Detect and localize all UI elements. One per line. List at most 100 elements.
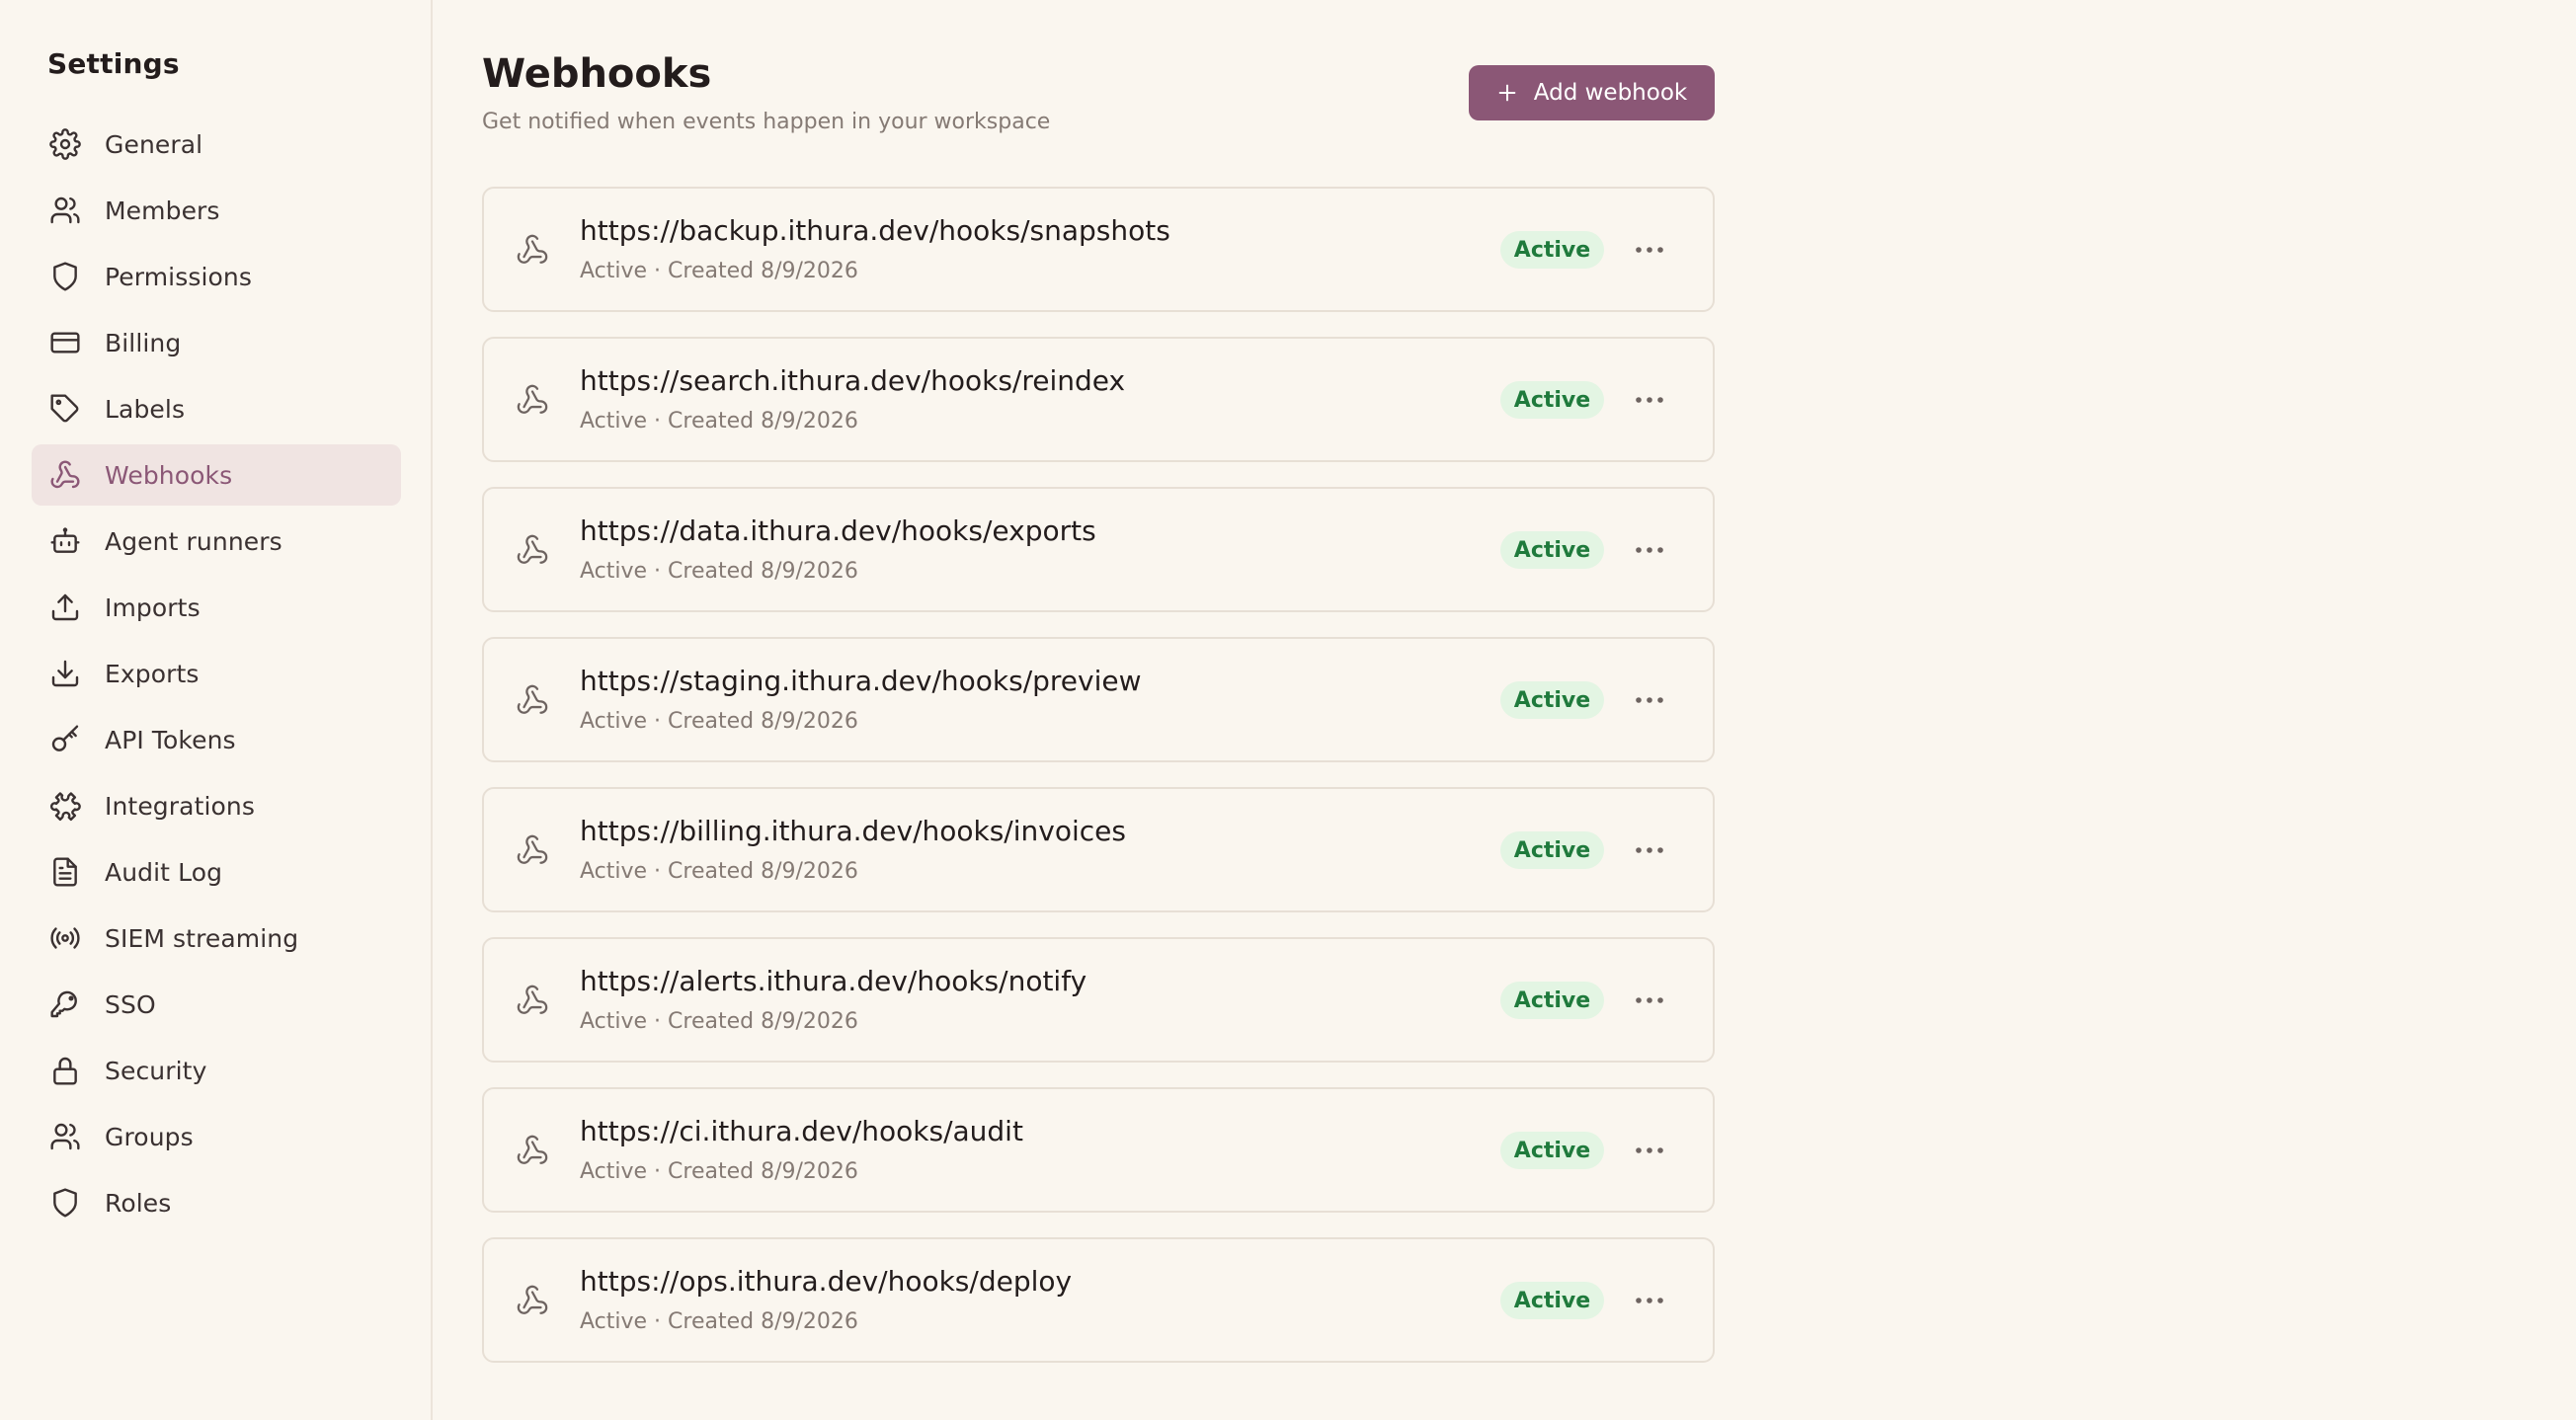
- tag-icon: [49, 393, 81, 425]
- webhook-card[interactable]: https://data.ithura.dev/hooks/exports Ac…: [482, 487, 1715, 612]
- shield-icon: [49, 261, 81, 292]
- status-badge: Active: [1500, 231, 1604, 269]
- sidebar-item-audit-log[interactable]: Audit Log: [32, 841, 401, 903]
- sidebar-item-label: Webhooks: [105, 460, 233, 490]
- webhook-url[interactable]: https://billing.ithura.dev/hooks/invoice…: [580, 815, 1126, 847]
- status-badge: Active: [1500, 831, 1604, 869]
- status-badge: Active: [1500, 681, 1604, 719]
- webhook-card[interactable]: https://ops.ithura.dev/hooks/deploy Acti…: [482, 1237, 1715, 1363]
- sidebar-item-agent-runners[interactable]: Agent runners: [32, 511, 401, 572]
- sidebar-item-billing[interactable]: Billing: [32, 312, 401, 373]
- sidebar-item-permissions[interactable]: Permissions: [32, 246, 401, 307]
- sidebar-item-security[interactable]: Security: [32, 1040, 401, 1101]
- more-horizontal-icon: [1636, 847, 1663, 853]
- sidebar-item-label: Integrations: [105, 791, 255, 821]
- webhook-url[interactable]: https://alerts.ithura.dev/hooks/notify: [580, 965, 1087, 997]
- more-options-button[interactable]: [1630, 232, 1669, 268]
- webhook-meta: Active · Created 8/9/2026: [580, 259, 858, 283]
- sidebar-item-labels[interactable]: Labels: [32, 378, 401, 439]
- webhook-meta: Active · Created 8/9/2026: [580, 409, 858, 434]
- webhook-card[interactable]: https://backup.ithura.dev/hooks/snapshot…: [482, 187, 1715, 312]
- credit-card-icon: [49, 327, 81, 358]
- page-title: Webhooks: [482, 51, 712, 97]
- webhook-card[interactable]: https://staging.ithura.dev/hooks/preview…: [482, 637, 1715, 762]
- webhook-url[interactable]: https://search.ithura.dev/hooks/reindex: [580, 364, 1125, 397]
- download-icon: [49, 658, 81, 689]
- webhook-meta: Active · Created 8/9/2026: [580, 1309, 858, 1334]
- sidebar-item-groups[interactable]: Groups: [32, 1106, 401, 1167]
- webhook-card[interactable]: https://ci.ithura.dev/hooks/audit Active…: [482, 1087, 1715, 1213]
- sidebar-item-api-tokens[interactable]: API Tokens: [32, 709, 401, 770]
- sidebar-item-label: Groups: [105, 1122, 194, 1151]
- more-options-button[interactable]: [1630, 532, 1669, 568]
- more-horizontal-icon: [1636, 247, 1663, 253]
- sidebar-item-label: Labels: [105, 394, 186, 424]
- more-horizontal-icon: [1636, 1147, 1663, 1153]
- more-horizontal-icon: [1636, 997, 1663, 1003]
- webhook-url[interactable]: https://data.ithura.dev/hooks/exports: [580, 514, 1096, 547]
- webhook-meta: Active · Created 8/9/2026: [580, 1009, 858, 1034]
- more-options-button[interactable]: [1630, 983, 1669, 1018]
- puzzle-icon: [49, 790, 81, 822]
- webhook-url[interactable]: https://staging.ithura.dev/hooks/preview: [580, 665, 1142, 697]
- key-round-icon: [49, 988, 81, 1020]
- status-badge: Active: [1500, 1132, 1604, 1169]
- sidebar-item-imports[interactable]: Imports: [32, 577, 401, 638]
- plus-icon: [1496, 82, 1518, 104]
- webhook-icon: [516, 833, 549, 867]
- sidebar-item-label: Audit Log: [105, 857, 223, 887]
- webhook-icon: [516, 233, 549, 267]
- add-webhook-button[interactable]: Add webhook: [1469, 65, 1715, 120]
- more-options-button[interactable]: [1630, 1133, 1669, 1168]
- sidebar-item-label: General: [105, 129, 203, 159]
- sidebar-item-integrations[interactable]: Integrations: [32, 775, 401, 836]
- add-webhook-label: Add webhook: [1533, 80, 1688, 106]
- webhook-icon: [516, 533, 549, 567]
- webhook-icon: [516, 984, 549, 1017]
- webhook-list: https://backup.ithura.dev/hooks/snapshot…: [482, 187, 1715, 1387]
- sidebar-item-label: Imports: [105, 592, 201, 622]
- webhook-card[interactable]: https://billing.ithura.dev/hooks/invoice…: [482, 787, 1715, 912]
- webhook-icon: [516, 383, 549, 417]
- webhook-meta: Active · Created 8/9/2026: [580, 709, 858, 734]
- status-badge: Active: [1500, 982, 1604, 1019]
- status-badge: Active: [1500, 1282, 1604, 1319]
- webhook-url[interactable]: https://backup.ithura.dev/hooks/snapshot…: [580, 214, 1170, 247]
- more-options-button[interactable]: [1630, 682, 1669, 718]
- lock-icon: [49, 1055, 81, 1086]
- webhook-meta: Active · Created 8/9/2026: [580, 859, 858, 884]
- more-horizontal-icon: [1636, 1298, 1663, 1303]
- upload-icon: [49, 592, 81, 623]
- status-badge: Active: [1500, 531, 1604, 569]
- bot-icon: [49, 525, 81, 557]
- sidebar-item-exports[interactable]: Exports: [32, 643, 401, 704]
- sidebar: Settings General Members Permissions Bil…: [0, 0, 433, 1420]
- shield-role-icon: [49, 1187, 81, 1219]
- webhook-card[interactable]: https://alerts.ithura.dev/hooks/notify A…: [482, 937, 1715, 1063]
- more-horizontal-icon: [1636, 547, 1663, 553]
- more-horizontal-icon: [1636, 397, 1663, 403]
- sidebar-item-members[interactable]: Members: [32, 180, 401, 241]
- webhook-icon: [516, 683, 549, 717]
- sidebar-item-roles[interactable]: Roles: [32, 1172, 401, 1233]
- status-badge: Active: [1500, 381, 1604, 419]
- more-options-button[interactable]: [1630, 1283, 1669, 1318]
- more-options-button[interactable]: [1630, 382, 1669, 418]
- sidebar-item-label: SIEM streaming: [105, 923, 299, 953]
- webhook-card[interactable]: https://search.ithura.dev/hooks/reindex …: [482, 337, 1715, 462]
- more-options-button[interactable]: [1630, 832, 1669, 868]
- sidebar-item-siem-streaming[interactable]: SIEM streaming: [32, 907, 401, 969]
- webhook-meta: Active · Created 8/9/2026: [580, 1159, 858, 1184]
- sidebar-item-general[interactable]: General: [32, 114, 401, 175]
- more-horizontal-icon: [1636, 697, 1663, 703]
- webhook-icon: [49, 459, 81, 491]
- webhook-url[interactable]: https://ops.ithura.dev/hooks/deploy: [580, 1265, 1072, 1298]
- settings-app: Settings General Members Permissions Bil…: [0, 0, 2576, 1420]
- sidebar-item-webhooks[interactable]: Webhooks: [32, 444, 401, 506]
- sidebar-title: Settings: [47, 47, 180, 80]
- key-icon: [49, 724, 81, 755]
- sidebar-item-label: Permissions: [105, 262, 252, 291]
- gear-icon: [49, 128, 81, 160]
- sidebar-item-sso[interactable]: SSO: [32, 974, 401, 1035]
- webhook-url[interactable]: https://ci.ithura.dev/hooks/audit: [580, 1115, 1023, 1147]
